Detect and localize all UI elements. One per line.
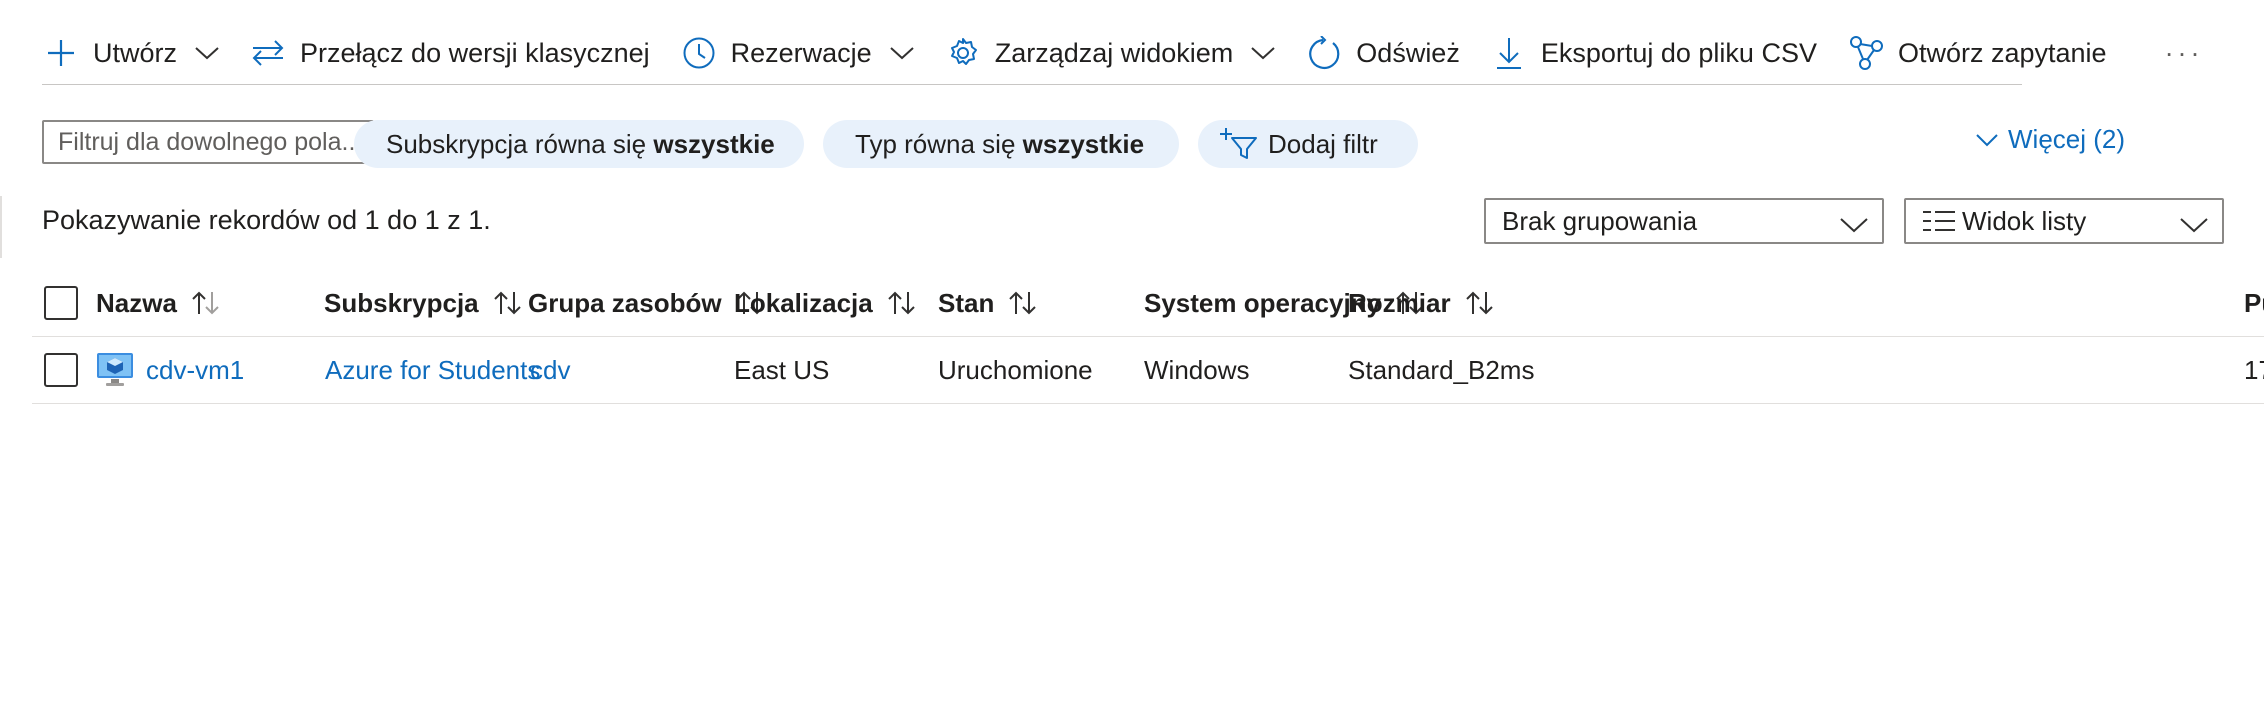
select-all-cell [44, 270, 78, 336]
filter-search-input[interactable] [42, 120, 374, 164]
download-icon [1490, 34, 1528, 72]
switch-classic-label: Przełącz do wersji klasycznej [300, 37, 650, 68]
more-filters-label: Więcej (2) [2008, 124, 2126, 154]
sort-icon [1465, 290, 1495, 316]
chevron-down-icon [1251, 41, 1275, 65]
row-checkbox[interactable] [44, 353, 78, 387]
switch-arrows-icon [249, 34, 287, 72]
sort-icon [493, 290, 523, 316]
chevron-down-icon [2180, 210, 2208, 241]
records-count-text: Pokazywanie rekordów od 1 do 1 z 1. [42, 205, 491, 235]
add-filter-icon [1220, 127, 1260, 161]
row-select-cell [44, 337, 78, 403]
size-cell: Standard_B2ms [1348, 354, 1535, 385]
column-header-size[interactable]: Rozmiar [1348, 270, 1495, 336]
refresh-icon [1305, 34, 1343, 72]
vm-name-link[interactable]: cdv-vm1 [146, 355, 244, 386]
more-actions-button[interactable]: ··· [2165, 22, 2204, 84]
refresh-button[interactable]: Odśwież [1305, 22, 1460, 84]
column-header-label: Rozmiar [1348, 287, 1451, 318]
column-header-state[interactable]: Stan [938, 270, 1038, 336]
list-view-icon [1922, 209, 1956, 233]
create-button[interactable]: Utwórz [42, 22, 219, 84]
column-header-public-ip[interactable]: Pu [2244, 270, 2264, 336]
reservations-label: Rezerwacje [730, 37, 872, 68]
add-filter-button[interactable]: Dodaj filtr [1198, 120, 1418, 168]
location-cell: East US [734, 354, 830, 385]
sort-icon [1008, 290, 1038, 316]
gear-icon [944, 34, 982, 72]
manage-view-button[interactable]: Zarządzaj widokiem [944, 22, 1276, 84]
select-all-checkbox[interactable] [44, 286, 78, 320]
column-header-subscription[interactable]: Subskrypcja [324, 270, 523, 336]
refresh-label: Odśwież [1356, 37, 1460, 68]
column-header-resource-group[interactable]: Grupa zasobów [528, 270, 766, 336]
resources-table: Nazwa Subskrypcja Grupa zasobów Lokaliza… [32, 270, 2264, 404]
chevron-down-icon [195, 41, 219, 65]
more-filters-link[interactable]: Więcej (2) [1976, 124, 2125, 155]
reservations-button[interactable]: Rezerwacje [680, 22, 914, 84]
public-ip-cell: 17 [2244, 354, 2264, 385]
subscription-filter-prefix: Subskrypcja równa się [386, 128, 654, 159]
export-csv-button[interactable]: Eksportuj do pliku CSV [1490, 22, 1817, 84]
chevron-down-icon [890, 41, 914, 65]
grouping-selected: Brak grupowania [1502, 205, 1698, 236]
pane-edge [0, 196, 2, 258]
command-bar: Utwórz Przełącz do wersji klasycznej Rez… [42, 22, 2200, 85]
table-row[interactable]: cdv-vm1 Azure for Students cdv East US U… [32, 337, 2264, 404]
column-header-label: System operacyjny [1144, 287, 1382, 318]
open-query-label: Otwórz zapytanie [1897, 37, 2107, 68]
column-header-label: Nazwa [96, 287, 177, 318]
filter-bar: Subskrypcja równa się wszystkie Typ równ… [42, 120, 2142, 168]
column-header-name[interactable]: Nazwa [96, 270, 221, 336]
os-cell: Windows [1144, 354, 1250, 385]
subscription-link[interactable]: Azure for Students [325, 355, 540, 386]
virtual-machine-icon [96, 352, 134, 388]
export-csv-label: Eksportuj do pliku CSV [1540, 37, 1817, 68]
resource-group-link[interactable]: cdv [530, 355, 570, 386]
chevron-down-icon [1976, 133, 1998, 147]
subscription-cell: Azure for Students [325, 337, 540, 403]
subscription-filter-value: wszystkie [653, 128, 775, 159]
column-header-label: Subskrypcja [324, 287, 479, 318]
type-filter-pill[interactable]: Typ równa się wszystkie [823, 120, 1179, 168]
grouping-dropdown[interactable]: Brak grupowania [1484, 198, 1884, 244]
switch-classic-button[interactable]: Przełącz do wersji klasycznej [249, 22, 650, 84]
chevron-down-icon [1840, 210, 1868, 241]
resource-group-cell: cdv [530, 337, 570, 403]
subscription-filter-pill[interactable]: Subskrypcja równa się wszystkie [354, 120, 804, 168]
plus-icon [42, 34, 80, 72]
type-filter-value: wszystkie [1022, 128, 1145, 159]
view-mode-dropdown[interactable]: Widok listy [1904, 198, 2224, 244]
type-filter-prefix: Typ równa się [855, 128, 1023, 159]
table-header-row: Nazwa Subskrypcja Grupa zasobów Lokaliza… [32, 270, 2264, 337]
column-header-label: Lokalizacja [734, 287, 873, 318]
open-query-button[interactable]: Otwórz zapytanie [1847, 22, 2107, 84]
manage-view-label: Zarządzaj widokiem [994, 37, 1234, 68]
sort-icon [887, 290, 917, 316]
clock-icon [680, 34, 718, 72]
sort-ascending-icon [191, 290, 221, 316]
create-label: Utwórz [93, 37, 178, 68]
query-graph-icon [1847, 34, 1885, 72]
column-header-label: Pu [2244, 287, 2264, 318]
column-header-location[interactable]: Lokalizacja [734, 270, 917, 336]
column-header-label: Stan [938, 287, 995, 318]
add-filter-label: Dodaj filtr [1268, 128, 1378, 159]
column-header-label: Grupa zasobów [528, 287, 722, 318]
state-cell: Uruchomione [938, 354, 1093, 385]
name-cell: cdv-vm1 [96, 337, 244, 403]
view-mode-selected: Widok listy [1962, 205, 2087, 236]
